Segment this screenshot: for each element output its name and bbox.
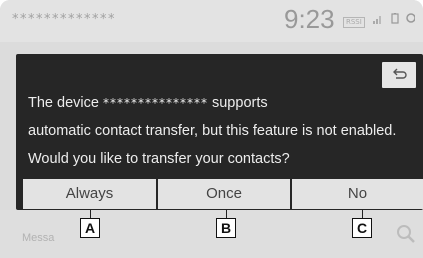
message-hint: Messa <box>22 232 55 244</box>
callout-label-c: C <box>352 218 372 238</box>
search-icon <box>396 224 416 249</box>
status-icons: RSSI <box>343 12 420 28</box>
dialog-message-line-1: The device *************** supports <box>28 95 268 111</box>
once-button[interactable]: Once <box>158 179 290 209</box>
rssi-icon: RSSI <box>343 17 365 28</box>
callout-label-b: B <box>216 218 236 238</box>
always-button[interactable]: Always <box>23 179 156 209</box>
status-bar: ************* 9:23 RSSI <box>0 0 423 42</box>
back-button[interactable] <box>382 62 416 88</box>
battery-icon <box>390 13 399 27</box>
callout-label-a: A <box>80 218 100 238</box>
back-arrow-icon <box>393 68 407 79</box>
clock: 9:23 <box>284 4 335 34</box>
message-text: supports <box>207 95 268 111</box>
masked-device-name: *************** <box>102 96 208 110</box>
contact-transfer-dialog: The device *************** supports auto… <box>16 54 423 210</box>
no-button[interactable]: No <box>292 179 423 209</box>
device-name: ************* <box>12 12 116 27</box>
dialog-message-line-3: Would you like to transfer your contacts… <box>28 151 290 167</box>
bluetooth-icon <box>406 12 417 27</box>
signal-icon <box>372 15 383 27</box>
dialog-message-line-2: automatic contact transfer, but this fea… <box>28 123 397 139</box>
message-text: The device <box>28 95 103 111</box>
